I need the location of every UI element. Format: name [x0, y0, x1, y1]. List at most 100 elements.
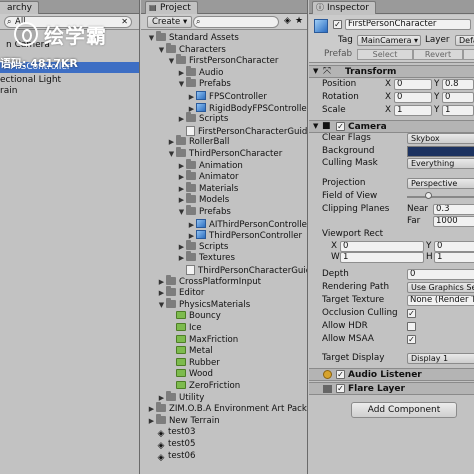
project-search-input[interactable]: ⌕	[193, 16, 279, 28]
expand-arrow-icon[interactable]: ▶	[157, 288, 166, 300]
add-component-button[interactable]: Add Component	[351, 402, 457, 418]
project-tree-item[interactable]: Metal	[167, 346, 213, 358]
flare-layer-checkbox[interactable]: ✓	[336, 384, 345, 393]
project-tree-item[interactable]: ▼ Prefabs	[177, 77, 231, 91]
hierarchy-tab[interactable]: archy	[0, 1, 39, 14]
collapse-arrow-icon[interactable]: ▼	[157, 300, 166, 312]
viewport-y-field[interactable]: 0	[434, 241, 474, 252]
tag-dropdown[interactable]: MainCamera ▾	[357, 35, 421, 46]
project-tree-item[interactable]: ▶ Scripts	[177, 239, 228, 254]
viewport-x-field[interactable]: 0	[340, 241, 424, 252]
project-tree-item[interactable]: ▶ CrossPlatformInput	[157, 274, 261, 289]
project-tree-item[interactable]: ▼ Prefabs	[177, 205, 231, 219]
collapse-arrow-icon[interactable]: ▼	[167, 56, 176, 68]
project-tree-item[interactable]: ▼ ThirdPersonCharacter	[167, 147, 282, 161]
expand-arrow-icon[interactable]: ▶	[177, 114, 186, 126]
project-tree-item[interactable]: ◈ test06	[147, 451, 196, 463]
transform-header[interactable]: ▼ ⤧ Transform	[309, 65, 474, 78]
expand-arrow-icon[interactable]: ▶	[167, 137, 176, 149]
collapse-arrow-icon[interactable]: ▼	[157, 45, 166, 57]
audio-listener-checkbox[interactable]: ✓	[336, 370, 345, 379]
filter-type-icon[interactable]: ◈	[284, 16, 291, 26]
project-tree-item[interactable]: Bouncy	[167, 311, 221, 323]
project-tree-item[interactable]: MaxFriction	[167, 334, 238, 347]
scale-y-field[interactable]: 1	[442, 105, 474, 116]
camera-enabled-checkbox[interactable]: ✓	[336, 122, 345, 131]
audio-listener-header[interactable]: ✓ Audio Listener	[309, 368, 474, 381]
project-tree-item[interactable]: FirstPersonCharacterGuide	[177, 125, 307, 138]
position-y-field[interactable]: 0.8	[442, 79, 474, 90]
project-tree-item[interactable]: ▶ AIThirdPersonController	[187, 218, 307, 231]
viewport-h-field[interactable]: 1	[434, 252, 474, 263]
project-tree-item[interactable]: Ice	[167, 323, 202, 335]
position-x-field[interactable]: 0	[394, 79, 432, 90]
expand-arrow-icon[interactable]: ▶	[177, 253, 186, 265]
far-field[interactable]: 1000	[433, 216, 474, 227]
prefab-revert-button[interactable]: Revert	[413, 49, 463, 60]
background-color-field[interactable]	[407, 146, 474, 157]
project-tree-item[interactable]: ▶ FPSController	[187, 91, 267, 103]
object-name-field[interactable]: FirstPersonCharacter	[345, 19, 471, 30]
expand-arrow-icon[interactable]: ▶	[177, 161, 186, 173]
prefab-select-button[interactable]: Select	[357, 49, 413, 60]
favorite-star-icon[interactable]: ★	[295, 16, 303, 26]
collapse-arrow-icon[interactable]: ▼	[167, 149, 176, 161]
clear-search-icon[interactable]: ✕	[121, 17, 128, 27]
project-tab[interactable]: ▤ Project	[145, 1, 198, 14]
active-checkbox[interactable]: ✓	[333, 20, 342, 29]
project-tree-item[interactable]: ◈ test03	[147, 427, 196, 439]
inspector-tab[interactable]: ⓘ Inspector	[312, 1, 376, 14]
project-tree-item[interactable]: ▼ FirstPersonCharacter	[167, 54, 278, 68]
expand-arrow-icon[interactable]: ▶	[177, 68, 186, 80]
depth-field[interactable]: 0	[407, 269, 474, 280]
projection-dropdown[interactable]: Perspective	[407, 178, 474, 189]
project-tree-item[interactable]: ThirdPersonCharacterGuide	[177, 265, 307, 277]
project-tree-item[interactable]: ▶ RigidBodyFPSController	[187, 102, 307, 115]
target-texture-field[interactable]: None (Render T	[407, 295, 474, 306]
project-tree-item[interactable]: Rubber	[167, 357, 220, 370]
fov-slider-knob[interactable]	[424, 192, 432, 199]
culling-mask-dropdown[interactable]: Everything	[407, 158, 474, 169]
expand-arrow-icon[interactable]: ▶	[177, 242, 186, 254]
project-tree-item[interactable]: ▼ Standard Assets	[147, 31, 239, 45]
scale-x-field[interactable]: 1	[394, 105, 432, 116]
project-tree-item[interactable]: ▶ Models	[177, 193, 229, 207]
collapse-arrow-icon[interactable]: ▼	[177, 207, 186, 219]
project-tree-item[interactable]: ▶ Textures	[177, 251, 235, 265]
project-tree-item[interactable]: ▶ ThirdPersonController	[187, 230, 302, 242]
expand-arrow-icon[interactable]: ▶	[177, 172, 186, 184]
hierarchy-item-terrain[interactable]: rain	[0, 86, 17, 97]
project-tree-item[interactable]: Wood	[167, 369, 213, 381]
hierarchy-item-light[interactable]: ectional Light	[0, 75, 61, 86]
project-tree-item[interactable]: ZeroFriction	[167, 381, 240, 393]
expand-arrow-icon[interactable]: ▶	[147, 416, 156, 428]
project-tree-item[interactable]: ▼ Characters	[157, 42, 226, 57]
expand-arrow-icon[interactable]: ▶	[157, 277, 166, 289]
project-tree-item[interactable]: ▶ Scripts	[177, 112, 228, 126]
expand-arrow-icon[interactable]: ▶	[177, 195, 186, 207]
camera-header[interactable]: ▼ ■ ✓ Camera	[309, 120, 474, 133]
project-tree-item[interactable]: ▶ Editor	[157, 286, 204, 300]
project-tree-item[interactable]: ▼ PhysicsMaterials	[157, 297, 250, 312]
near-field[interactable]: 0.3	[433, 204, 474, 215]
project-tree-item[interactable]: ▶ Audio	[177, 65, 223, 80]
fov-slider-track[interactable]	[407, 196, 474, 198]
rotation-y-field[interactable]: 0	[442, 92, 474, 103]
project-tree-item[interactable]: ▶ Utility	[157, 390, 204, 405]
create-button[interactable]: Create ▾	[147, 16, 193, 28]
clear-flags-dropdown[interactable]: Skybox	[407, 133, 474, 144]
project-tree-item[interactable]: ▶ ZIM.O.B.A Environment Art Pack	[147, 402, 307, 416]
allow-hdr-checkbox[interactable]	[407, 322, 416, 331]
rotation-x-field[interactable]: 0	[394, 92, 432, 103]
rendering-path-dropdown[interactable]: Use Graphics Set	[407, 282, 474, 293]
project-tree-item[interactable]: ◈ test05	[147, 439, 196, 451]
layer-dropdown[interactable]: Defa	[455, 35, 474, 46]
expand-arrow-icon[interactable]: ▶	[177, 184, 186, 196]
project-tree-item[interactable]: ▶ New Terrain	[147, 413, 220, 428]
collapse-arrow-icon[interactable]: ▼	[177, 79, 186, 91]
collapse-arrow-icon[interactable]: ▼	[147, 33, 156, 45]
viewport-w-field[interactable]: 1	[340, 252, 424, 263]
allow-msaa-checkbox[interactable]: ✓	[407, 335, 416, 344]
prefab-apply-button[interactable]	[463, 49, 474, 60]
expand-arrow-icon[interactable]: ▶	[147, 404, 156, 416]
